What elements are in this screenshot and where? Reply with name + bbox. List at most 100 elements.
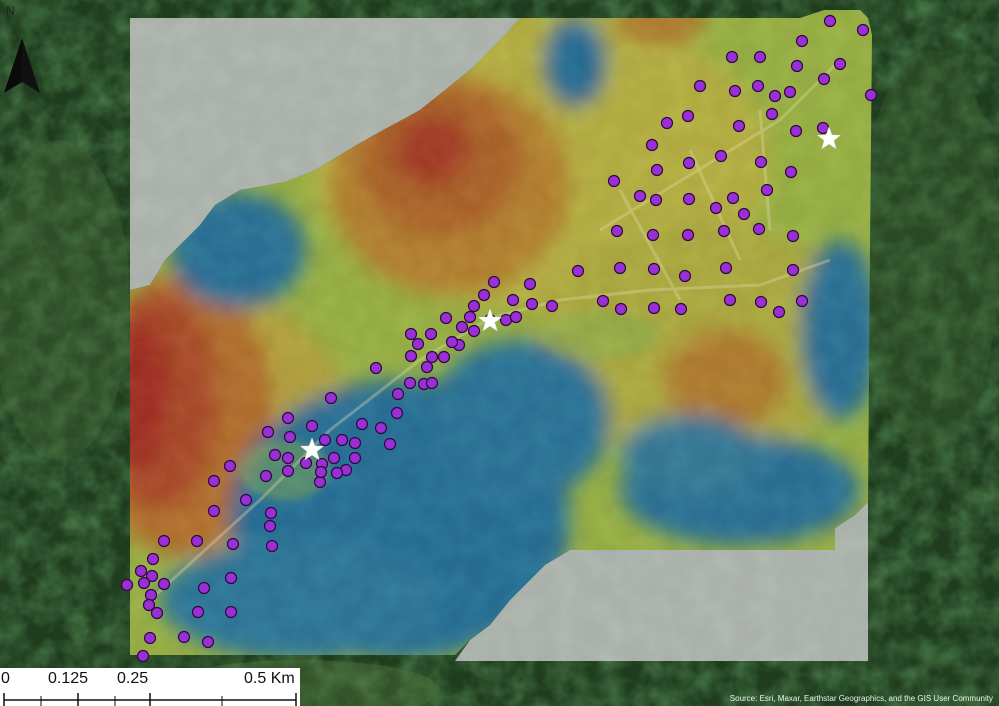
sample-point[interactable] (719, 261, 733, 275)
sample-point[interactable] (487, 275, 501, 289)
sample-point[interactable] (783, 85, 797, 99)
sample-point[interactable] (633, 189, 647, 203)
sample-point[interactable] (790, 59, 804, 73)
sample-point[interactable] (772, 305, 786, 319)
sample-point[interactable] (754, 155, 768, 169)
sample-point[interactable] (281, 464, 295, 478)
sample-point[interactable] (197, 581, 211, 595)
sample-point[interactable] (645, 138, 659, 152)
sample-point[interactable] (786, 229, 800, 243)
sample-point[interactable] (717, 224, 731, 238)
sample-point[interactable] (425, 376, 439, 390)
sample-point[interactable] (723, 293, 737, 307)
sample-point[interactable] (439, 311, 453, 325)
sample-point[interactable] (613, 261, 627, 275)
sample-point[interactable] (437, 350, 451, 364)
sample-point[interactable] (784, 165, 798, 179)
sample-point[interactable] (281, 411, 295, 425)
sample-point[interactable] (726, 191, 740, 205)
sample-point[interactable] (226, 537, 240, 551)
sample-point[interactable] (330, 466, 344, 480)
sample-point[interactable] (768, 89, 782, 103)
sample-point[interactable] (224, 605, 238, 619)
sample-point[interactable] (467, 324, 481, 338)
sample-point[interactable] (305, 419, 319, 433)
sample-point[interactable] (143, 631, 157, 645)
sample-point[interactable] (259, 469, 273, 483)
sample-point[interactable] (281, 451, 295, 465)
sample-point[interactable] (137, 576, 151, 590)
sample-point[interactable] (268, 448, 282, 462)
sample-point[interactable] (614, 302, 628, 316)
sample-point[interactable] (239, 493, 253, 507)
sample-point[interactable] (650, 163, 664, 177)
sample-point[interactable] (313, 475, 327, 489)
sample-point[interactable] (725, 50, 739, 64)
sample-point[interactable] (157, 577, 171, 591)
sample-point[interactable] (314, 465, 328, 479)
sample-point[interactable] (324, 391, 338, 405)
sample-point[interactable] (411, 337, 425, 351)
sample-point[interactable] (190, 534, 204, 548)
sample-point[interactable] (263, 519, 277, 533)
sample-point[interactable] (523, 277, 537, 291)
sample-point[interactable] (737, 207, 751, 221)
sample-point[interactable] (754, 295, 768, 309)
sample-point[interactable] (374, 421, 388, 435)
sample-point[interactable] (649, 193, 663, 207)
sample-point[interactable] (525, 297, 539, 311)
sample-point[interactable] (765, 107, 779, 121)
sample-point[interactable] (545, 299, 559, 313)
sample-point[interactable] (856, 23, 870, 37)
sample-point[interactable] (499, 313, 513, 327)
sample-point[interactable] (335, 433, 349, 447)
sample-point[interactable] (596, 294, 610, 308)
sample-point[interactable] (506, 293, 520, 307)
sample-point[interactable] (660, 116, 674, 130)
sample-point[interactable] (283, 430, 297, 444)
sample-point[interactable] (157, 534, 171, 548)
sample-point[interactable] (678, 269, 692, 283)
sample-point[interactable] (681, 228, 695, 242)
sample-point[interactable] (403, 376, 417, 390)
sample-point[interactable] (455, 320, 469, 334)
sample-point[interactable] (610, 224, 624, 238)
sample-point[interactable] (265, 539, 279, 553)
sample-point[interactable] (191, 605, 205, 619)
sample-point[interactable] (682, 192, 696, 206)
map-canvas[interactable]: N 0 0.125 0.25 0.5 Km Source: Esri, Maxa… (0, 0, 999, 706)
sample-point[interactable] (647, 262, 661, 276)
sample-point[interactable] (404, 327, 418, 341)
sample-point[interactable] (752, 222, 766, 236)
sample-point[interactable] (751, 79, 765, 93)
sample-point[interactable] (789, 124, 803, 138)
sample-point[interactable] (136, 649, 150, 663)
sample-point[interactable] (425, 350, 439, 364)
sample-point[interactable] (348, 451, 362, 465)
sample-point[interactable] (682, 156, 696, 170)
sample-point[interactable] (674, 302, 688, 316)
sample-point[interactable] (318, 433, 332, 447)
sample-point[interactable] (714, 149, 728, 163)
sample-point[interactable] (177, 630, 191, 644)
sample-point[interactable] (816, 121, 830, 135)
sample-point[interactable] (732, 119, 746, 133)
sample-point[interactable] (795, 34, 809, 48)
sample-point[interactable] (445, 335, 459, 349)
sample-point[interactable] (786, 263, 800, 277)
sample-point[interactable] (681, 109, 695, 123)
sample-point[interactable] (224, 571, 238, 585)
sample-point[interactable] (146, 552, 160, 566)
sample-point[interactable] (795, 294, 809, 308)
sample-point[interactable] (144, 588, 158, 602)
sample-point[interactable] (223, 459, 237, 473)
sample-point[interactable] (391, 387, 405, 401)
sample-point[interactable] (424, 327, 438, 341)
sample-point[interactable] (753, 50, 767, 64)
sample-point[interactable] (383, 437, 397, 451)
sample-point[interactable] (404, 349, 418, 363)
sample-point[interactable] (207, 504, 221, 518)
sample-point[interactable] (693, 79, 707, 93)
sample-point[interactable] (327, 451, 341, 465)
sample-point[interactable] (348, 436, 362, 450)
